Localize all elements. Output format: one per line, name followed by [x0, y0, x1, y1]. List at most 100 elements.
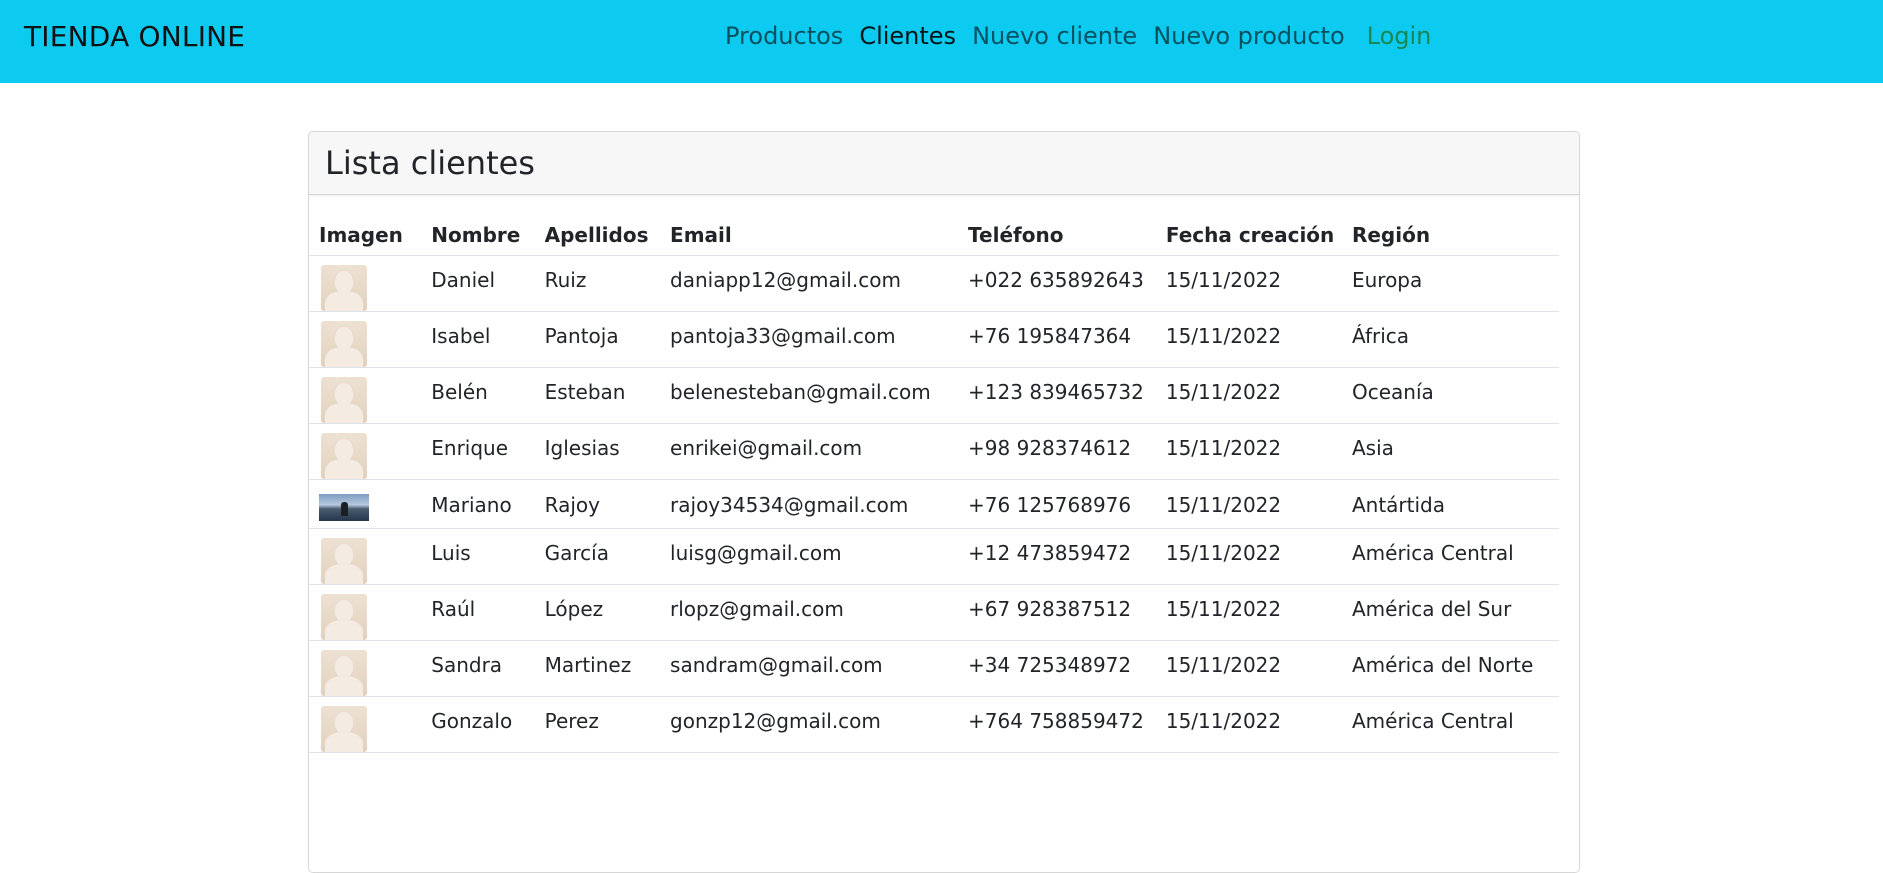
cell-imagen [309, 423, 432, 480]
cell-nombre: Enrique [431, 423, 545, 480]
table-row: Enrique Iglesias enrikei@gmail.com +98 9283… [309, 423, 1559, 480]
card-header: Lista clientes [309, 132, 1579, 195]
cell-apellidos: Rajoy [544, 479, 671, 529]
avatar-icon [321, 433, 367, 479]
col-header-apellidos: Apellidos [544, 195, 671, 256]
cell-region: América Central [1351, 528, 1559, 585]
col-header-region: Región [1351, 195, 1559, 256]
cell-telefono: +76 195847364 [968, 311, 1166, 368]
cell-fecha: 15/11/2022 [1165, 423, 1352, 480]
cell-imagen [309, 584, 432, 641]
cell-imagen [309, 367, 432, 424]
cell-telefono: +764 758859472 [968, 696, 1166, 753]
col-header-imagen: Imagen [309, 195, 432, 256]
table-row: Luis García luisg@gmail.com +12 473859472 15… [309, 528, 1559, 585]
nav-login[interactable]: Login [1367, 22, 1432, 50]
cell-fecha: 15/11/2022 [1165, 255, 1352, 312]
cell-fecha: 15/11/2022 [1165, 584, 1352, 641]
nav-nuevo-cliente[interactable]: Nuevo cliente [972, 22, 1137, 50]
cell-telefono: +98 928374612 [968, 423, 1166, 480]
cell-fecha: 15/11/2022 [1165, 311, 1352, 368]
nav-productos[interactable]: Productos [725, 22, 843, 50]
cell-telefono: +12 473859472 [968, 528, 1166, 585]
cell-telefono: +022 635892643 [968, 255, 1166, 312]
cell-imagen [309, 479, 432, 529]
page-title: Lista clientes [325, 144, 535, 182]
top-navbar: TIENDA ONLINE Productos Clientes Nuevo c… [0, 0, 1883, 83]
cell-email: enrikei@gmail.com [670, 423, 969, 480]
table-row: Belén Esteban belenesteban@gmail.com +123 8… [309, 367, 1559, 424]
cell-email: belenesteban@gmail.com [670, 367, 969, 424]
cell-apellidos: Ruiz [544, 255, 671, 312]
cell-fecha: 15/11/2022 [1165, 479, 1352, 529]
cell-imagen [309, 528, 432, 585]
cell-region: Europa [1351, 255, 1559, 312]
cell-imagen [309, 255, 432, 312]
cell-email: gonzp12@gmail.com [670, 696, 969, 753]
cell-fecha: 15/11/2022 [1165, 640, 1352, 697]
cell-region: América del Norte [1351, 640, 1559, 697]
cell-telefono: +34 725348972 [968, 640, 1166, 697]
cell-nombre: Belén [431, 367, 545, 424]
table-row: Sandra Martinez sandram@gmail.com +34 72534… [309, 640, 1559, 697]
cell-apellidos: Martinez [544, 640, 671, 697]
table-row: Isabel Pantoja pantoja33@gmail.com +76 1958… [309, 311, 1559, 368]
col-header-fecha: Fecha creación [1165, 195, 1352, 256]
brand-link[interactable]: TIENDA ONLINE [24, 20, 245, 53]
clients-table-body: Daniel Ruiz daniapp12@gmail.com +022 635892… [309, 255, 1559, 753]
cell-apellidos: Perez [544, 696, 671, 753]
client-photo [319, 494, 369, 521]
cell-email: luisg@gmail.com [670, 528, 969, 585]
avatar-icon [321, 594, 367, 640]
cell-nombre: Isabel [431, 311, 545, 368]
col-header-nombre: Nombre [431, 195, 545, 256]
cell-apellidos: López [544, 584, 671, 641]
avatar-icon [321, 650, 367, 696]
col-header-email: Email [670, 195, 969, 256]
avatar-icon [321, 706, 367, 752]
cell-email: pantoja33@gmail.com [670, 311, 969, 368]
cell-nombre: Mariano [431, 479, 545, 529]
cell-region: Asia [1351, 423, 1559, 480]
cell-imagen [309, 640, 432, 697]
cell-nombre: Raúl [431, 584, 545, 641]
table-row: Mariano Rajoy rajoy34534@gmail.com +76 1257… [309, 479, 1559, 529]
cell-apellidos: Pantoja [544, 311, 671, 368]
cell-imagen [309, 696, 432, 753]
table-row: Daniel Ruiz daniapp12@gmail.com +022 635892… [309, 255, 1559, 312]
clients-card: Lista clientes Imagen Nombre Apellidos E… [308, 131, 1580, 873]
cell-region: Antártida [1351, 479, 1559, 529]
nav-clientes[interactable]: Clientes [859, 22, 956, 50]
cell-fecha: 15/11/2022 [1165, 367, 1352, 424]
cell-region: África [1351, 311, 1559, 368]
cell-apellidos: Iglesias [544, 423, 671, 480]
cell-nombre: Sandra [431, 640, 545, 697]
cell-telefono: +76 125768976 [968, 479, 1166, 529]
cell-email: daniapp12@gmail.com [670, 255, 969, 312]
avatar-icon [321, 265, 367, 311]
cell-email: sandram@gmail.com [670, 640, 969, 697]
cell-email: rajoy34534@gmail.com [670, 479, 969, 529]
cell-fecha: 15/11/2022 [1165, 696, 1352, 753]
cell-region: Oceanía [1351, 367, 1559, 424]
nav-links: Productos Clientes Nuevo cliente Nuevo p… [725, 22, 1431, 50]
cell-apellidos: Esteban [544, 367, 671, 424]
cell-region: América Central [1351, 696, 1559, 753]
avatar-icon [321, 377, 367, 423]
cell-apellidos: García [544, 528, 671, 585]
table-row: Gonzalo Perez gonzp12@gmail.com +764 758859… [309, 696, 1559, 753]
cell-nombre: Gonzalo [431, 696, 545, 753]
avatar-icon [321, 321, 367, 367]
avatar-icon [321, 538, 367, 584]
cell-telefono: +123 839465732 [968, 367, 1166, 424]
cell-fecha: 15/11/2022 [1165, 528, 1352, 585]
cell-imagen [309, 311, 432, 368]
cell-telefono: +67 928387512 [968, 584, 1166, 641]
table-row: Raúl López rlopz@gmail.com +67 928387512 15/… [309, 584, 1559, 641]
nav-nuevo-producto[interactable]: Nuevo producto [1153, 22, 1344, 50]
cell-email: rlopz@gmail.com [670, 584, 969, 641]
cell-region: América del Sur [1351, 584, 1559, 641]
cell-nombre: Luis [431, 528, 545, 585]
col-header-telefono: Teléfono [968, 195, 1166, 256]
clients-table: Imagen Nombre Apellidos Email Teléfono F… [309, 195, 1559, 753]
